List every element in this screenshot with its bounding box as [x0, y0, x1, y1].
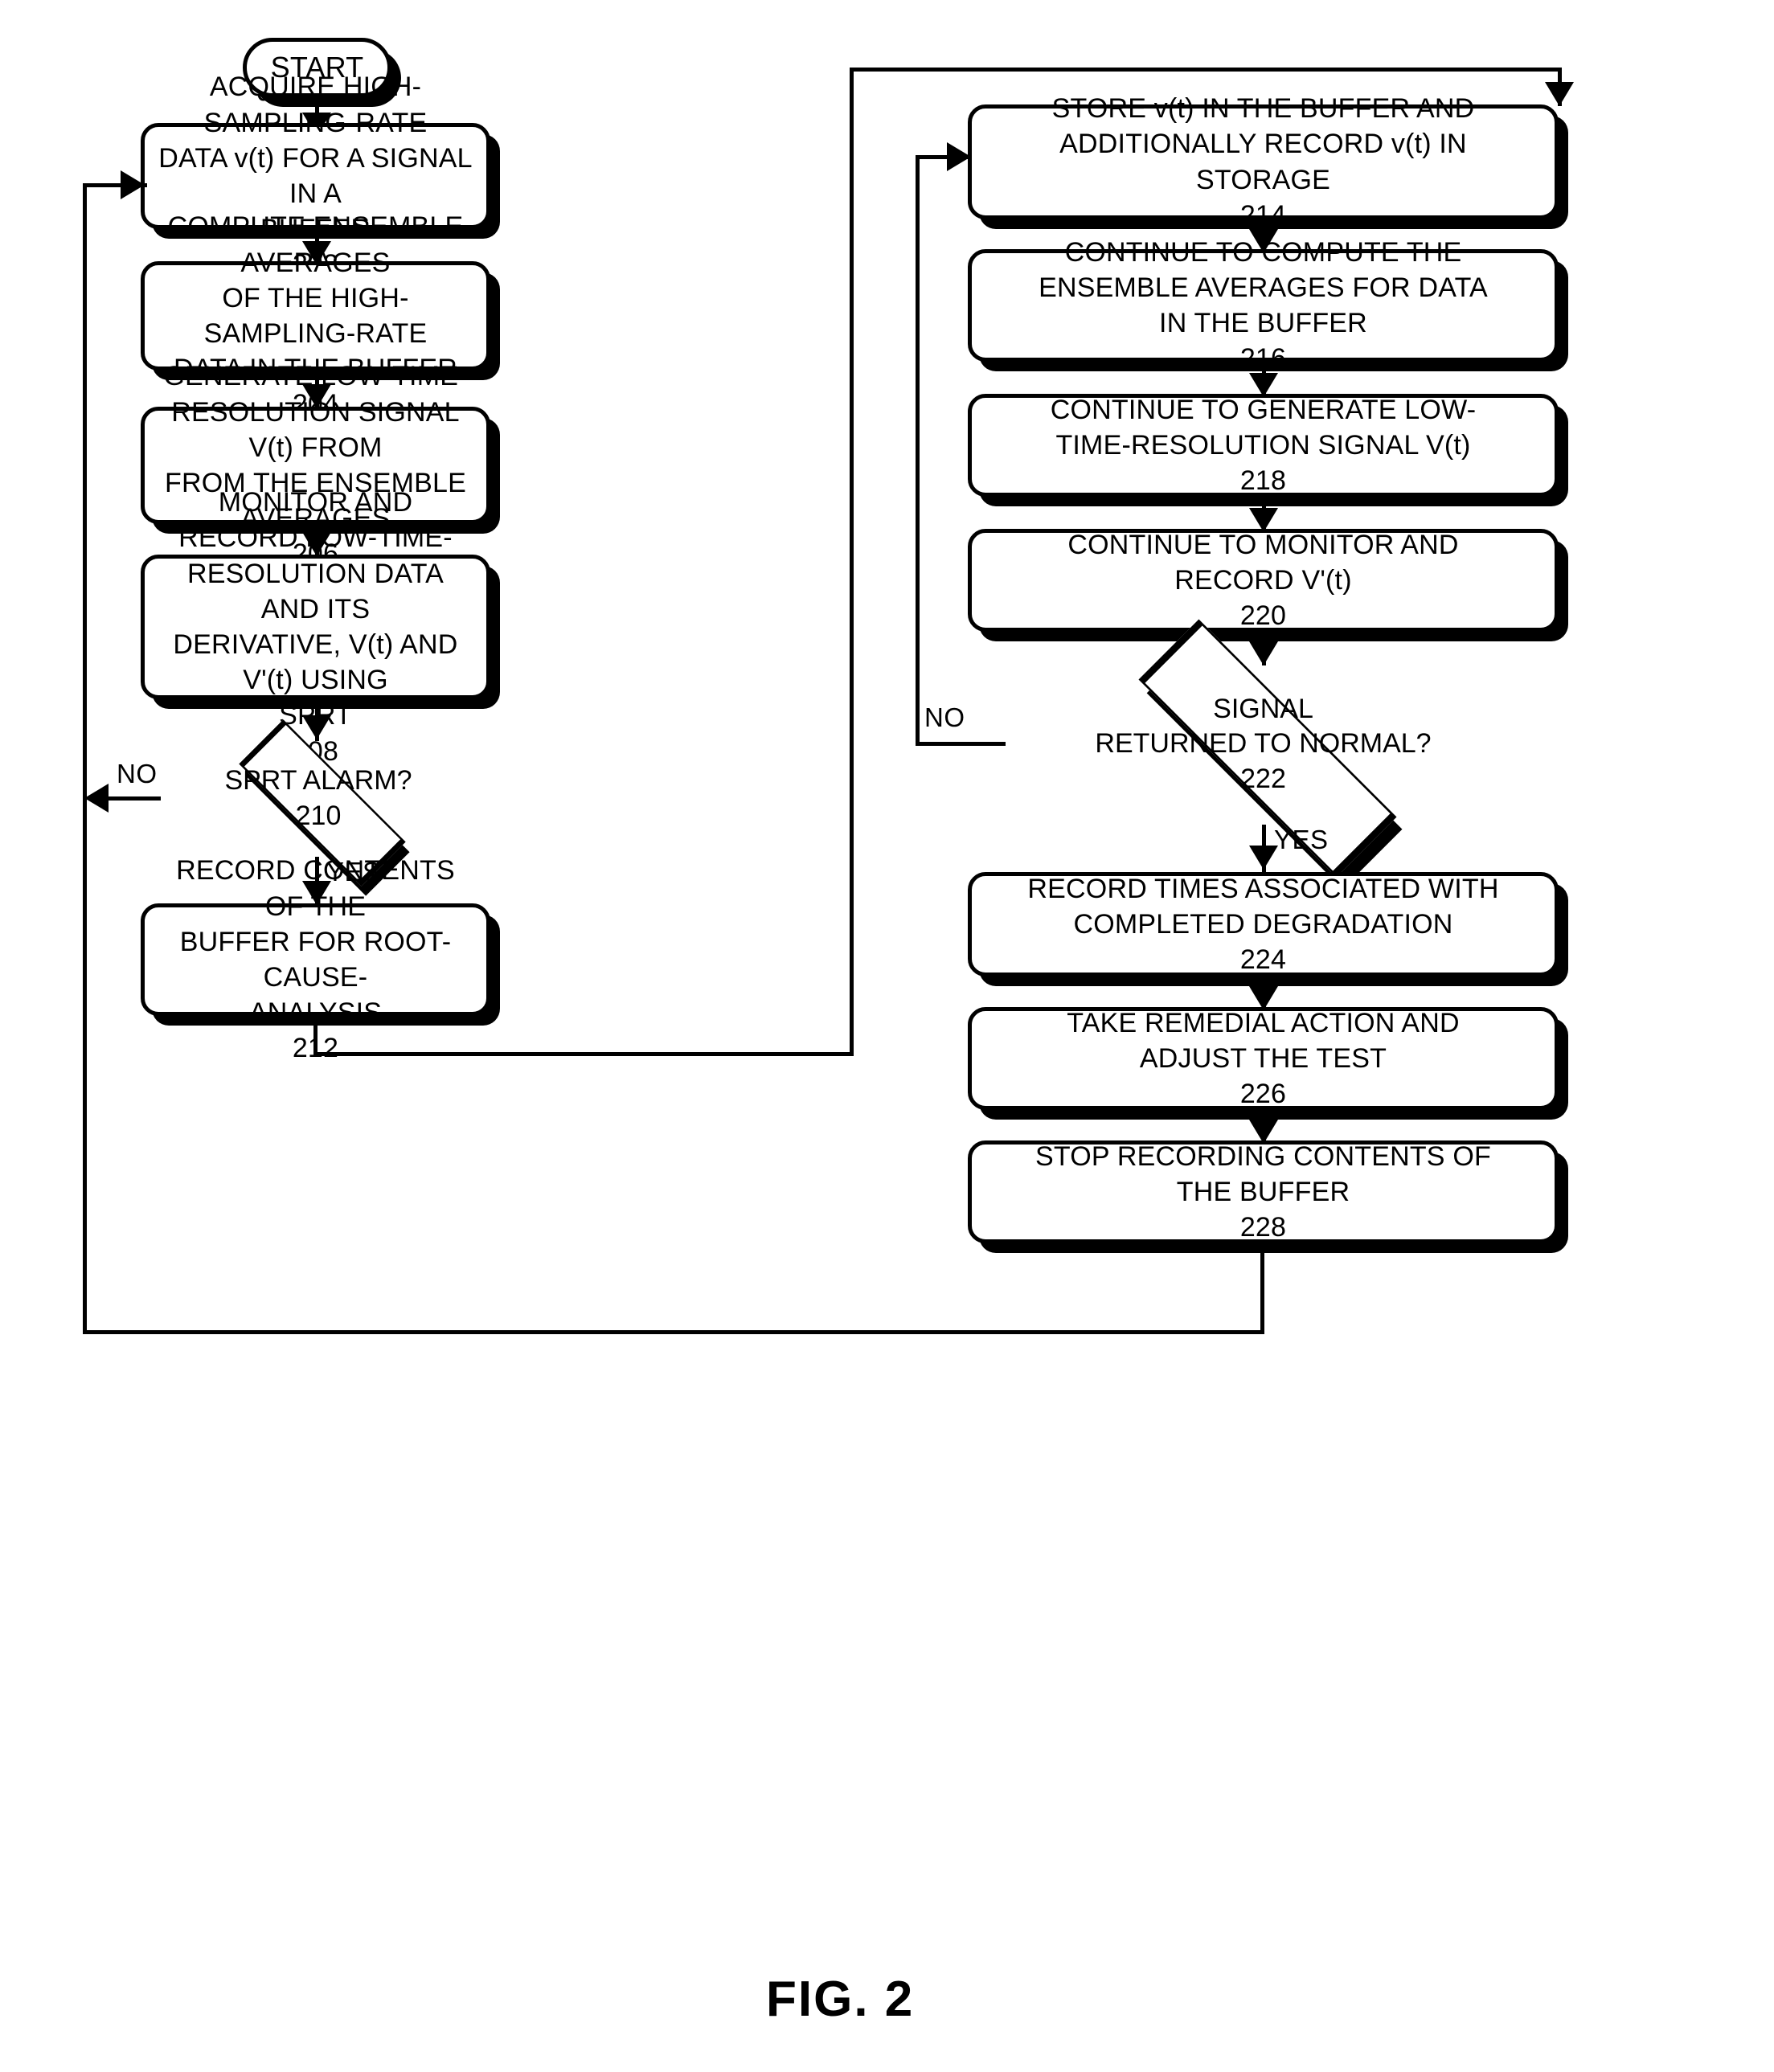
flowchart-figure: START ACQUIRE HIGH-SAMPLING-RATE DATA v(…: [0, 0, 1774, 2072]
connector-212-down: [313, 1016, 318, 1056]
node-210-text: SPRT ALARM?: [224, 765, 412, 796]
edge-label-222-yes: YES: [1274, 825, 1329, 854]
node-222-signal-returned-normal-decision: SIGNAL RETURNED TO NORMAL? 222: [1000, 619, 1526, 878]
node-222-label-group: SIGNAL RETURNED TO NORMAL? 222: [1000, 664, 1526, 825]
node-228-number: 228: [1239, 1212, 1287, 1243]
node-214-text: STORE v(t) IN THE BUFFER AND ADDITIONALL…: [1051, 93, 1475, 195]
arrowhead-into-202-left: [121, 170, 145, 199]
node-208-monitor-record-sprt: MONITOR AND RECORD LOW-TIME- RESOLUTION …: [141, 487, 490, 767]
node-228-stop-recording-buffer: STOP RECORDING CONTENTS OF THE BUFFER 22…: [968, 1140, 1559, 1243]
node-208-text: MONITOR AND RECORD LOW-TIME- RESOLUTION …: [173, 487, 458, 731]
arrowhead-into-214-top: [1545, 82, 1574, 106]
connector-212-up-to-top-rail: [850, 68, 854, 1056]
node-222-text: SIGNAL RETURNED TO NORMAL?: [1095, 693, 1432, 760]
connector-210-no-horizontal: [104, 796, 161, 801]
connector-212-right: [313, 1052, 854, 1056]
edge-label-210-no: NO: [117, 759, 158, 788]
arrowhead-220-to-222: [1249, 641, 1278, 665]
arrowhead-222-no-into-214: [947, 142, 971, 171]
node-214-store-vt-buffer-storage: STORE v(t) IN THE BUFFER AND ADDITIONALL…: [968, 93, 1559, 231]
node-226-text: TAKE REMEDIAL ACTION AND ADJUST THE TEST: [1067, 1007, 1460, 1074]
connector-bottom-rail-left: [83, 1330, 1264, 1334]
connector-top-rail-right: [850, 68, 1562, 72]
node-224-number: 224: [1239, 944, 1287, 976]
edge-label-222-no: NO: [924, 702, 965, 732]
node-228-text: STOP RECORDING CONTENTS OF THE BUFFER: [1035, 1140, 1491, 1207]
figure-caption: FIG. 2: [766, 1972, 915, 2027]
connector-228-down: [1260, 1243, 1264, 1334]
node-212-record-buffer-contents: RECORD CONTENTS OF THE BUFFER FOR ROOT-C…: [141, 855, 490, 1063]
node-220-number: 220: [1239, 600, 1287, 632]
node-218-text: CONTINUE TO GENERATE LOW- TIME-RESOLUTIO…: [1050, 394, 1477, 461]
node-224-text: RECORD TIMES ASSOCIATED WITH COMPLETED D…: [1027, 873, 1499, 940]
node-204-compute-ensemble-averages: COMPUTE ENSEMBLE AVERAGES OF THE HIGH-SA…: [141, 211, 490, 420]
node-218-number: 218: [1239, 465, 1287, 497]
node-210-sprt-alarm-decision: SPRT ALARM? 210: [158, 719, 479, 887]
node-216-continue-compute-averages: CONTINUE TO COMPUTE THE ENSEMBLE AVERAGE…: [968, 237, 1559, 374]
connector-222-no-horizontal: [916, 742, 1006, 746]
connector-222-no-vertical-up: [916, 155, 920, 743]
arrowhead-208-to-210: [302, 715, 331, 739]
node-210-number: 210: [295, 801, 342, 831]
node-226-take-remedial-action: TAKE REMEDIAL ACTION AND ADJUST THE TEST…: [968, 1007, 1559, 1110]
node-218-continue-generate-signal: CONTINUE TO GENERATE LOW- TIME-RESOLUTIO…: [968, 394, 1559, 497]
node-222-number: 222: [1240, 763, 1286, 794]
node-216-text: CONTINUE TO COMPUTE THE ENSEMBLE AVERAGE…: [1039, 236, 1488, 338]
arrowhead-210-no: [84, 784, 109, 813]
node-220-text: CONTINUE TO MONITOR AND RECORD V'(t): [1067, 529, 1459, 596]
node-226-number: 226: [1239, 1079, 1287, 1110]
node-224-record-times-degradation: RECORD TIMES ASSOCIATED WITH COMPLETED D…: [968, 872, 1559, 977]
node-210-label-group: SPRT ALARM? 210: [158, 741, 479, 857]
node-220-continue-monitor-record: CONTINUE TO MONITOR AND RECORD V'(t) 220: [968, 529, 1559, 632]
node-212-text: RECORD CONTENTS OF THE BUFFER FOR ROOT-C…: [176, 855, 455, 1029]
connector-left-rail-up: [83, 183, 87, 1334]
